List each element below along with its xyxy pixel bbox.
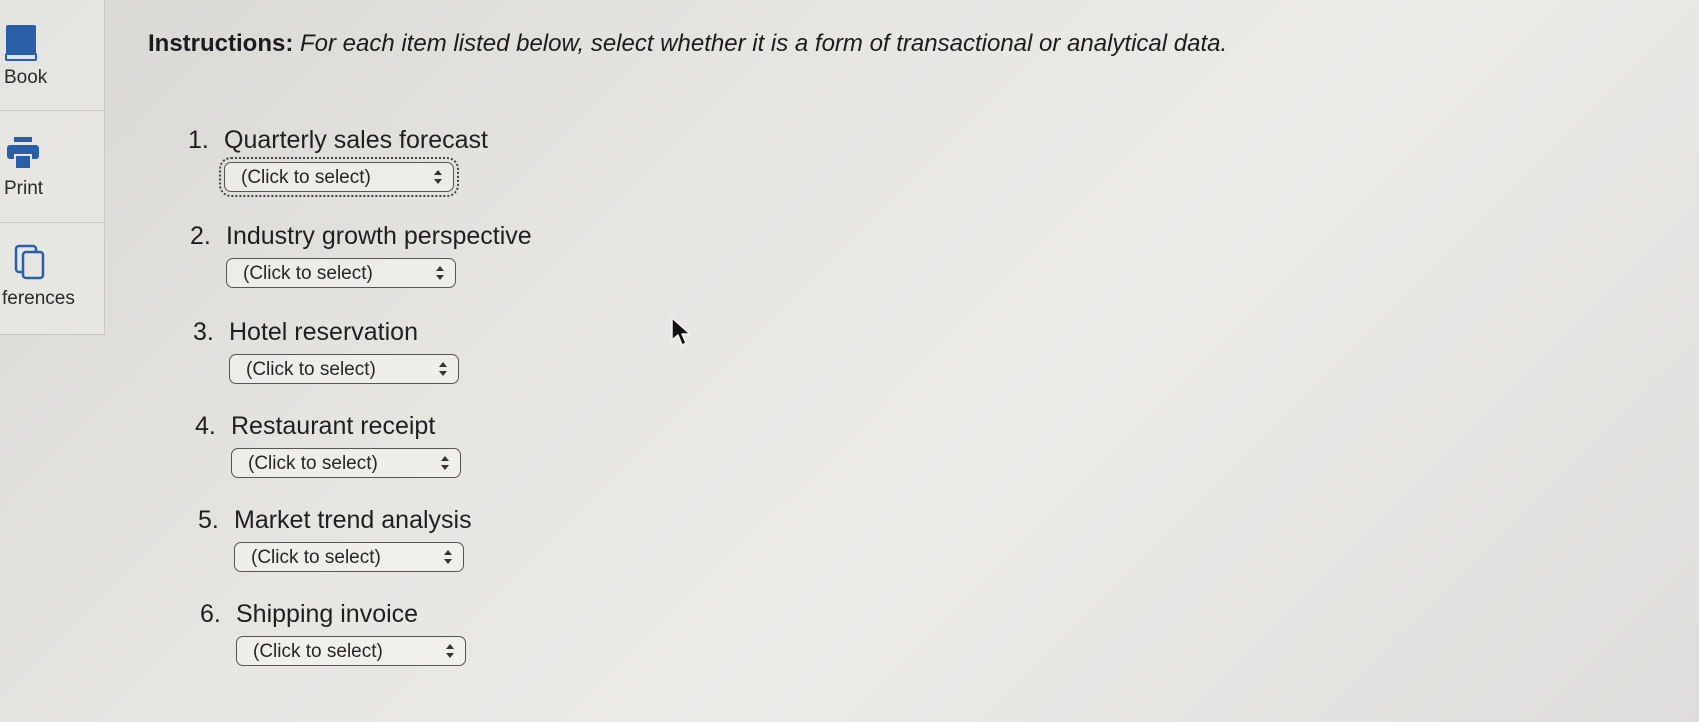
sidebar-item-label: Book [4, 67, 48, 88]
question-number: 1. [188, 126, 209, 154]
question-number: 6. [200, 600, 221, 628]
question-text: Shipping invoice [236, 600, 419, 628]
answer-select-1[interactable]: (Click to select) [219, 157, 459, 197]
sidebar-item-book[interactable]: Book [0, 0, 104, 111]
question-text: Industry growth perspective [226, 222, 532, 250]
instructions-lead: Instructions: [148, 30, 294, 57]
question-text: Hotel reservation [229, 318, 418, 346]
sidebar-item-label: Print [4, 178, 44, 199]
select-value: (Click to select) [246, 359, 376, 380]
sidebar-item-references[interactable]: ferences [0, 224, 104, 334]
side-toolbar: Book Print ferences [0, 0, 105, 335]
select-arrows-icon [444, 550, 452, 564]
select-arrows-icon [434, 170, 442, 184]
select-arrows-icon [446, 644, 454, 658]
answer-select-2[interactable]: (Click to select) [226, 258, 456, 288]
answer-select-5[interactable]: (Click to select) [234, 542, 464, 572]
question-text: Market trend analysis [234, 506, 472, 534]
references-icon [14, 244, 45, 280]
select-value: (Click to select) [243, 263, 373, 284]
sidebar-item-print[interactable]: Print [0, 112, 104, 223]
question-number: 5. [198, 506, 219, 534]
instructions-text: For each item listed below, select wheth… [300, 30, 1228, 57]
select-value: (Click to select) [248, 453, 378, 474]
instructions: Instructions: For each item listed below… [148, 30, 1227, 58]
answer-select-4[interactable]: (Click to select) [231, 448, 461, 478]
select-value: (Click to select) [241, 167, 371, 188]
question-number: 2. [190, 222, 211, 250]
select-value: (Click to select) [251, 547, 381, 568]
mouse-pointer-icon [671, 317, 691, 346]
select-arrows-icon [441, 456, 449, 470]
question-text: Restaurant receipt [231, 412, 436, 440]
answer-select-6[interactable]: (Click to select) [236, 636, 466, 666]
select-arrows-icon [439, 362, 447, 376]
answer-select-3[interactable]: (Click to select) [229, 354, 459, 384]
book-icon [5, 25, 37, 61]
sidebar-item-label: ferences [2, 288, 75, 309]
question-number: 3. [193, 318, 214, 346]
select-value: (Click to select) [253, 641, 383, 662]
printer-icon [7, 137, 39, 170]
select-arrows-icon [436, 266, 444, 280]
question-number: 4. [195, 412, 216, 440]
question-text: Quarterly sales forecast [224, 126, 488, 154]
